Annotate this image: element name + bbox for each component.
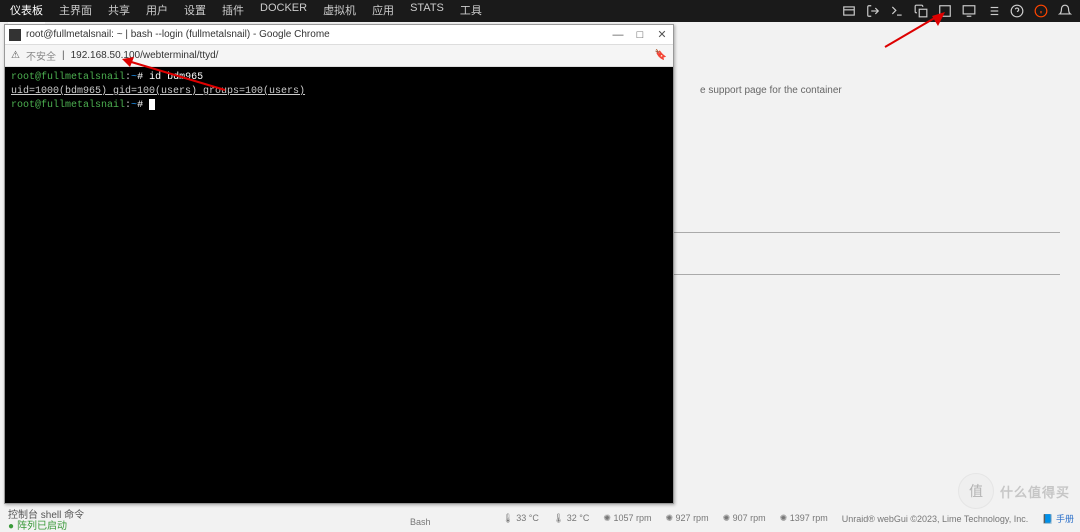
nav-stats[interactable]: STATS xyxy=(408,0,446,24)
nav-vms[interactable]: 虚拟机 xyxy=(321,0,358,24)
temp-1: 🌡 33 °C xyxy=(502,513,539,524)
bash-label: Bash xyxy=(410,517,431,527)
nav-tools[interactable]: 工具 xyxy=(458,0,484,24)
info-icon[interactable] xyxy=(1034,4,1048,18)
insecure-warning-icon: ⚠ xyxy=(11,50,20,61)
chrome-window: root@fullmetalsnail: ~ | bash --login (f… xyxy=(4,24,674,504)
nav-plugins[interactable]: 插件 xyxy=(220,0,246,24)
watermark-text: 什么值得买 xyxy=(1000,482,1070,501)
nav-items: 仪表板 主界面 共享 用户 设置 插件 DOCKER 虚拟机 应用 STATS … xyxy=(8,0,484,24)
insecure-label: 不安全 xyxy=(26,48,56,63)
temp-2: 🌡 32 °C xyxy=(553,513,590,524)
logout-icon[interactable] xyxy=(866,4,880,18)
address-bar[interactable]: ⚠ 不安全 | 192.168.50.100/webterminal/ttyd/… xyxy=(5,45,673,67)
monitor-icon[interactable] xyxy=(962,4,976,18)
maximize-button[interactable]: □ xyxy=(633,28,647,42)
chrome-titlebar[interactable]: root@fullmetalsnail: ~ | bash --login (f… xyxy=(5,25,673,45)
array-status: 阵列已启动 xyxy=(8,517,67,532)
fan-rpm-2: ✺ 927 rpm xyxy=(666,513,709,524)
terminal-line-3: root@fullmetalsnail:~# xyxy=(11,99,667,113)
terminal-cursor xyxy=(149,99,155,110)
bookmark-icon[interactable]: 🔖 xyxy=(655,50,667,61)
nav-dashboard[interactable]: 仪表板 xyxy=(8,0,45,24)
top-nav-bar: 仪表板 主界面 共享 用户 设置 插件 DOCKER 虚拟机 应用 STATS … xyxy=(0,0,1080,22)
url-text: 192.168.50.100/webterminal/ttyd/ xyxy=(71,50,219,61)
fan-rpm-3: ✺ 907 rpm xyxy=(723,513,766,524)
fan-rpm-4: ✺ 1397 rpm xyxy=(780,513,828,524)
nav-users[interactable]: 用户 xyxy=(144,0,170,24)
bg-support-text: e support page for the container xyxy=(700,85,842,96)
bell-icon[interactable] xyxy=(1058,4,1072,18)
minimize-button[interactable]: — xyxy=(611,28,625,42)
terminal-area[interactable]: root@fullmetalsnail:~# id bdm965 uid=100… xyxy=(5,67,673,503)
help-icon[interactable] xyxy=(1010,4,1024,18)
fan-rpm-1: ✺ 1057 rpm xyxy=(603,513,651,524)
view-icon[interactable] xyxy=(842,4,856,18)
window-icon[interactable] xyxy=(938,4,952,18)
tab-favicon xyxy=(9,29,21,41)
terminal-line-2: uid=1000(bdm965) gid=100(users) groups=1… xyxy=(11,85,667,99)
nav-docker[interactable]: DOCKER xyxy=(258,0,309,24)
topbar-icon-group xyxy=(842,4,1072,18)
terminal-icon[interactable] xyxy=(890,4,904,18)
bg-divider-1 xyxy=(670,232,1060,233)
nav-shares[interactable]: 共享 xyxy=(106,0,132,24)
copyright-text: Unraid® webGui ©2023, Lime Technology, I… xyxy=(842,514,1029,524)
watermark: 值 什么值得买 xyxy=(958,473,1070,509)
close-button[interactable]: ✕ xyxy=(655,28,669,42)
nav-main[interactable]: 主界面 xyxy=(57,0,94,24)
nav-apps[interactable]: 应用 xyxy=(370,0,396,24)
copy-icon[interactable] xyxy=(914,4,928,18)
nav-settings[interactable]: 设置 xyxy=(182,0,208,24)
manual-link[interactable]: 📘 手册 xyxy=(1042,512,1074,525)
window-title: root@fullmetalsnail: ~ | bash --login (f… xyxy=(26,29,611,40)
watermark-circle: 值 xyxy=(958,473,994,509)
terminal-line-1: root@fullmetalsnail:~# id bdm965 xyxy=(11,71,667,85)
bg-divider-2 xyxy=(670,274,1060,275)
list-icon[interactable] xyxy=(986,4,1000,18)
status-bar-right: 🌡 33 °C 🌡 32 °C ✺ 1057 rpm ✺ 927 rpm ✺ 9… xyxy=(502,512,1074,525)
